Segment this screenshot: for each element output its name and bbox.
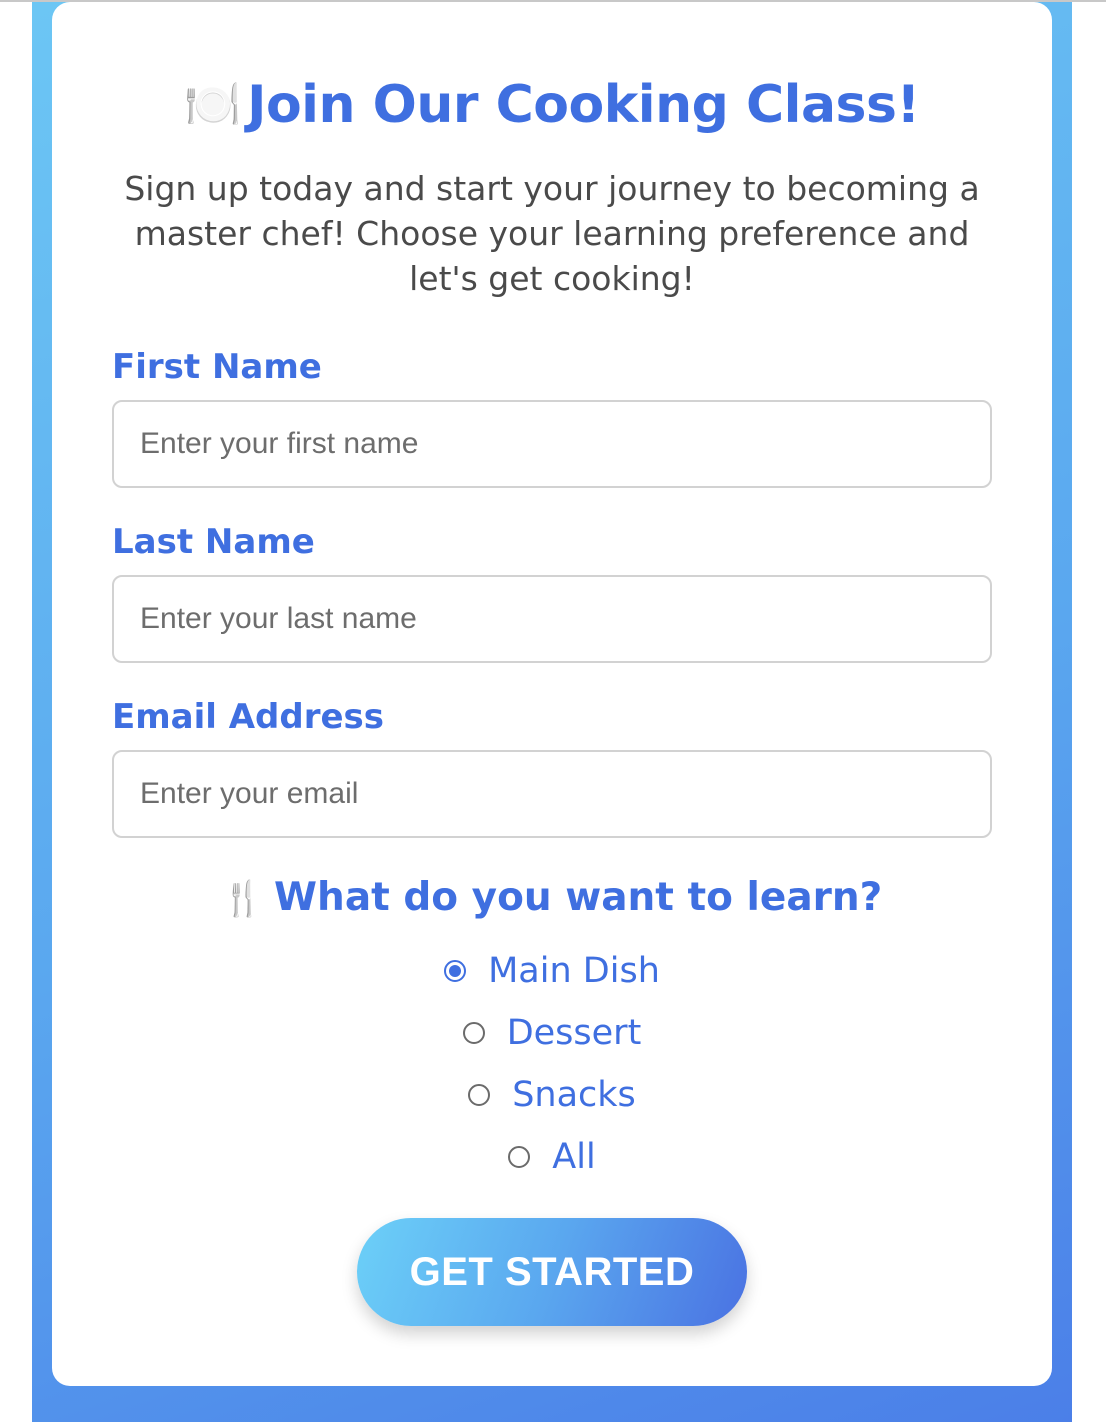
last-name-label: Last Name bbox=[112, 522, 315, 562]
radio-option-dessert[interactable]: Dessert bbox=[52, 1009, 1052, 1057]
email-input[interactable] bbox=[112, 750, 992, 838]
first-name-input[interactable] bbox=[112, 400, 992, 488]
radio-button[interactable] bbox=[462, 1022, 485, 1044]
get-started-button[interactable]: GET STARTED bbox=[357, 1218, 747, 1326]
radio-option-all[interactable]: All bbox=[52, 1133, 1052, 1181]
radio-option-main-dish[interactable]: Main Dish bbox=[52, 947, 1052, 995]
radio-label: Snacks bbox=[512, 1075, 636, 1115]
radio-button[interactable] bbox=[508, 1146, 531, 1168]
page-subtitle: Sign up today and start your journey to … bbox=[124, 169, 980, 298]
learning-heading-text: What do you want to learn? bbox=[274, 875, 883, 920]
page-title: 🍽️ Join Our Cooking Class! bbox=[52, 68, 1052, 141]
page-title-text: Join Our Cooking Class! bbox=[247, 75, 920, 135]
signup-card: 🍽️ Join Our Cooking Class! Sign up today … bbox=[52, 2, 1052, 1386]
fork-and-knife-icon: 🍴 bbox=[221, 879, 265, 919]
radio-label: Dessert bbox=[506, 1013, 642, 1053]
plate-with-cutlery-icon: 🍽️ bbox=[184, 77, 242, 131]
radio-label: Main Dish bbox=[488, 951, 660, 991]
last-name-input[interactable] bbox=[112, 575, 992, 663]
page: 🍽️ Join Our Cooking Class! Sign up today … bbox=[0, 0, 1106, 1422]
radio-button[interactable] bbox=[444, 960, 467, 982]
radio-option-snacks[interactable]: Snacks bbox=[52, 1071, 1052, 1119]
radio-label: All bbox=[552, 1137, 596, 1177]
email-label: Email Address bbox=[112, 697, 385, 737]
radio-button[interactable] bbox=[468, 1084, 491, 1106]
learning-heading: 🍴 What do you want to learn? bbox=[52, 872, 1052, 925]
first-name-label: First Name bbox=[112, 347, 322, 387]
